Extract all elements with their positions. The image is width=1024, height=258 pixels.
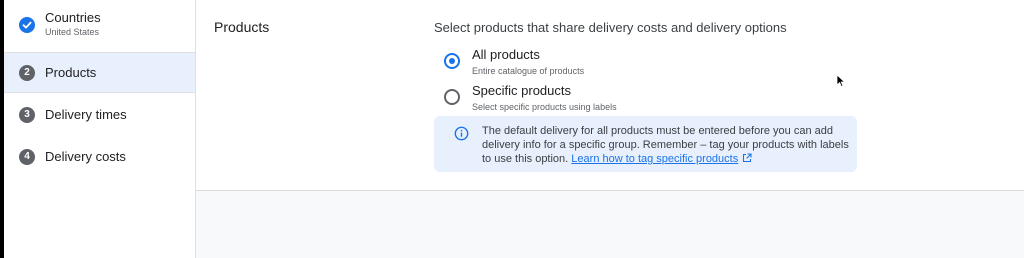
step-label: Delivery costs [45,149,126,164]
step-delivery-costs[interactable]: 4 Delivery costs [4,136,195,177]
step-number-badge: 2 [19,64,35,81]
info-banner: The default delivery for all products mu… [434,116,857,172]
step-label: Products [45,65,97,80]
step-label: Countries [45,10,101,25]
radio-sublabel: Select specific products using labels [472,102,617,112]
learn-how-to-tag-link[interactable]: Learn how to tag specific products [571,153,738,165]
check-icon [19,17,35,33]
section-title: Products [214,19,270,35]
external-link-icon [743,153,752,163]
main-content: Products Select products that share deli… [196,0,1024,258]
step-countries[interactable]: Countries United States [4,10,195,52]
app-window: Countries United States 2 Products 3 Del… [0,0,1024,258]
step-sublabel: United States [45,27,100,37]
products-card: Products Select products that share deli… [196,0,1024,191]
radio-button[interactable] [444,89,460,105]
radio-option-specific-products[interactable]: Specific products Select specific produc… [444,83,617,112]
step-products[interactable]: 2 Products [4,52,195,93]
question-text: Select products that share delivery cost… [434,20,787,35]
step-delivery-times[interactable]: 3 Delivery times [4,94,195,135]
radio-label: Specific products [472,83,571,98]
step-label: Delivery times [45,107,127,122]
radio-option-all-products[interactable]: All products Entire catalogue of product… [444,47,584,76]
radio-button-selected[interactable] [444,53,460,69]
info-icon [454,126,469,141]
mouse-cursor-icon [836,74,846,88]
radio-label: All products [472,47,540,62]
stepper-sidebar: Countries United States 2 Products 3 Del… [4,0,196,258]
radio-sublabel: Entire catalogue of products [472,66,585,76]
step-number-badge: 4 [19,148,35,165]
step-number-badge: 3 [19,106,35,123]
info-message: The default delivery for all products mu… [482,124,852,166]
